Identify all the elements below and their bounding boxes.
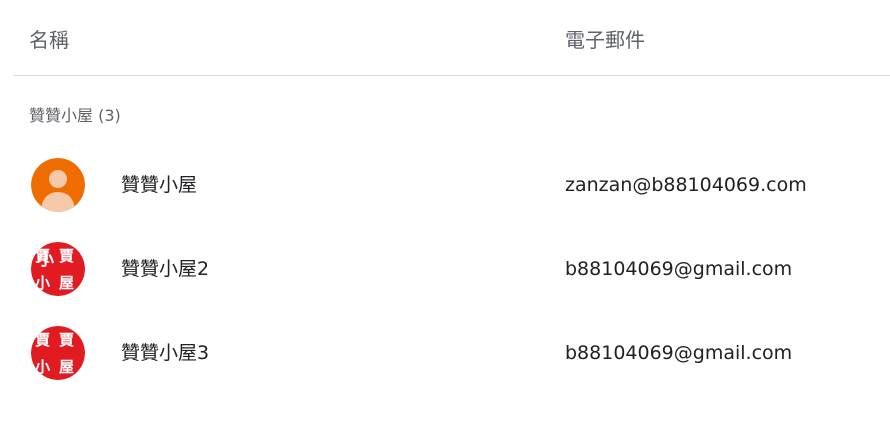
avatar-glyph-2: 賈 bbox=[59, 247, 75, 265]
avatar-glyph-2: 賈 bbox=[59, 331, 75, 349]
contact-email: b88104069@gmail.com bbox=[565, 342, 793, 364]
contact-name: 贊贊小屋3 bbox=[121, 342, 210, 364]
contacts-list-page: 名稱 電子郵件 贊贊小屋 (3) 贊贊小屋 zanzan@b88104069.c… bbox=[0, 0, 890, 436]
column-header-email[interactable]: 電子郵件 bbox=[565, 27, 645, 53]
contact-email: zanzan@b88104069.com bbox=[565, 174, 807, 196]
calligraphy-avatar-icon: 賈 賈 小 屋 bbox=[31, 326, 85, 380]
avatar-glyph-3: 小 bbox=[35, 274, 50, 292]
contact-row[interactable]: 小 賈 賈 小 屋 贊贊小屋2 b88104069@gmail.com bbox=[0, 227, 890, 311]
contact-name: 贊贊小屋2 bbox=[121, 258, 210, 280]
calligraphy-avatar-icon: 小 賈 賈 小 屋 bbox=[31, 242, 85, 296]
header-divider bbox=[13, 75, 890, 76]
group-label: 贊贊小屋 (3) bbox=[29, 106, 121, 125]
contact-row[interactable]: 贊贊小屋 zanzan@b88104069.com bbox=[0, 143, 890, 227]
avatar-glyph-1: 賈 bbox=[35, 247, 51, 265]
avatar-glyph-4: 屋 bbox=[59, 358, 74, 376]
list-header: 名稱 電子郵件 bbox=[0, 0, 890, 76]
contact-row[interactable]: 賈 賈 小 屋 贊贊小屋3 b88104069@gmail.com bbox=[0, 311, 890, 395]
avatar-glyph-1: 賈 bbox=[35, 331, 51, 349]
column-header-name[interactable]: 名稱 bbox=[29, 27, 69, 53]
default-person-icon bbox=[31, 158, 85, 212]
contact-email: b88104069@gmail.com bbox=[565, 258, 793, 280]
avatar-glyph-4: 屋 bbox=[59, 274, 74, 292]
contact-name: 贊贊小屋 bbox=[121, 174, 198, 196]
avatar-glyph-3: 小 bbox=[35, 358, 50, 376]
